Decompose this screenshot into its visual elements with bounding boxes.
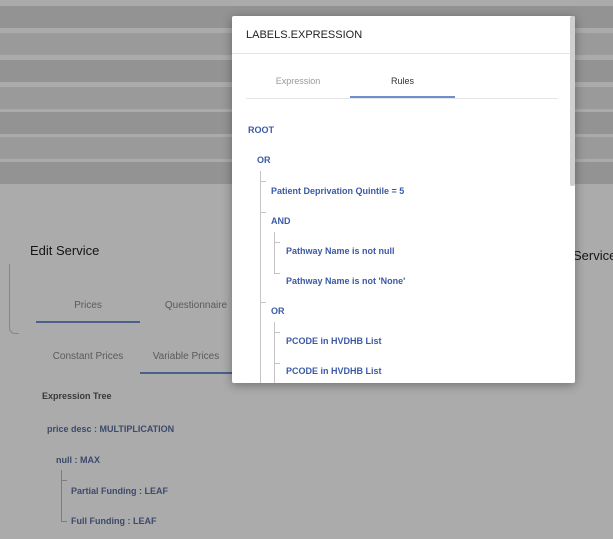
- rule-node-pcode[interactable]: PCODE in HVDHB List: [286, 366, 382, 376]
- rule-tick: [274, 273, 280, 274]
- modal-scrollbar[interactable]: [570, 16, 575, 186]
- modal-tabs: Expression Rules: [246, 76, 558, 99]
- rule-node-quintile[interactable]: Patient Deprivation Quintile = 5: [271, 186, 404, 196]
- rule-node-pathway-not-null[interactable]: Pathway Name is not null: [286, 246, 395, 256]
- rule-node-or[interactable]: OR: [271, 306, 285, 316]
- rule-node-or[interactable]: OR: [257, 155, 271, 165]
- rule-node-pcode[interactable]: PCODE in HVDHB List: [286, 336, 382, 346]
- rule-node-root[interactable]: ROOT: [248, 125, 274, 135]
- rule-node-and[interactable]: AND: [271, 216, 291, 226]
- rule-tick: [260, 302, 266, 303]
- expression-modal: LABELS.EXPRESSION Expression Rules ROOT …: [232, 16, 575, 383]
- tab-rules[interactable]: Rules: [350, 76, 455, 98]
- rule-tick: [274, 332, 280, 333]
- rule-tick: [274, 242, 280, 243]
- tab-expression[interactable]: Expression: [246, 76, 350, 98]
- rule-node-pathway-not-none[interactable]: Pathway Name is not 'None': [286, 276, 405, 286]
- modal-title: LABELS.EXPRESSION: [232, 16, 575, 54]
- rule-tick: [260, 181, 266, 182]
- rule-guide-line: [260, 171, 261, 383]
- rule-tick: [274, 363, 280, 364]
- rule-tick: [260, 212, 266, 213]
- rule-guide-line: [274, 232, 275, 274]
